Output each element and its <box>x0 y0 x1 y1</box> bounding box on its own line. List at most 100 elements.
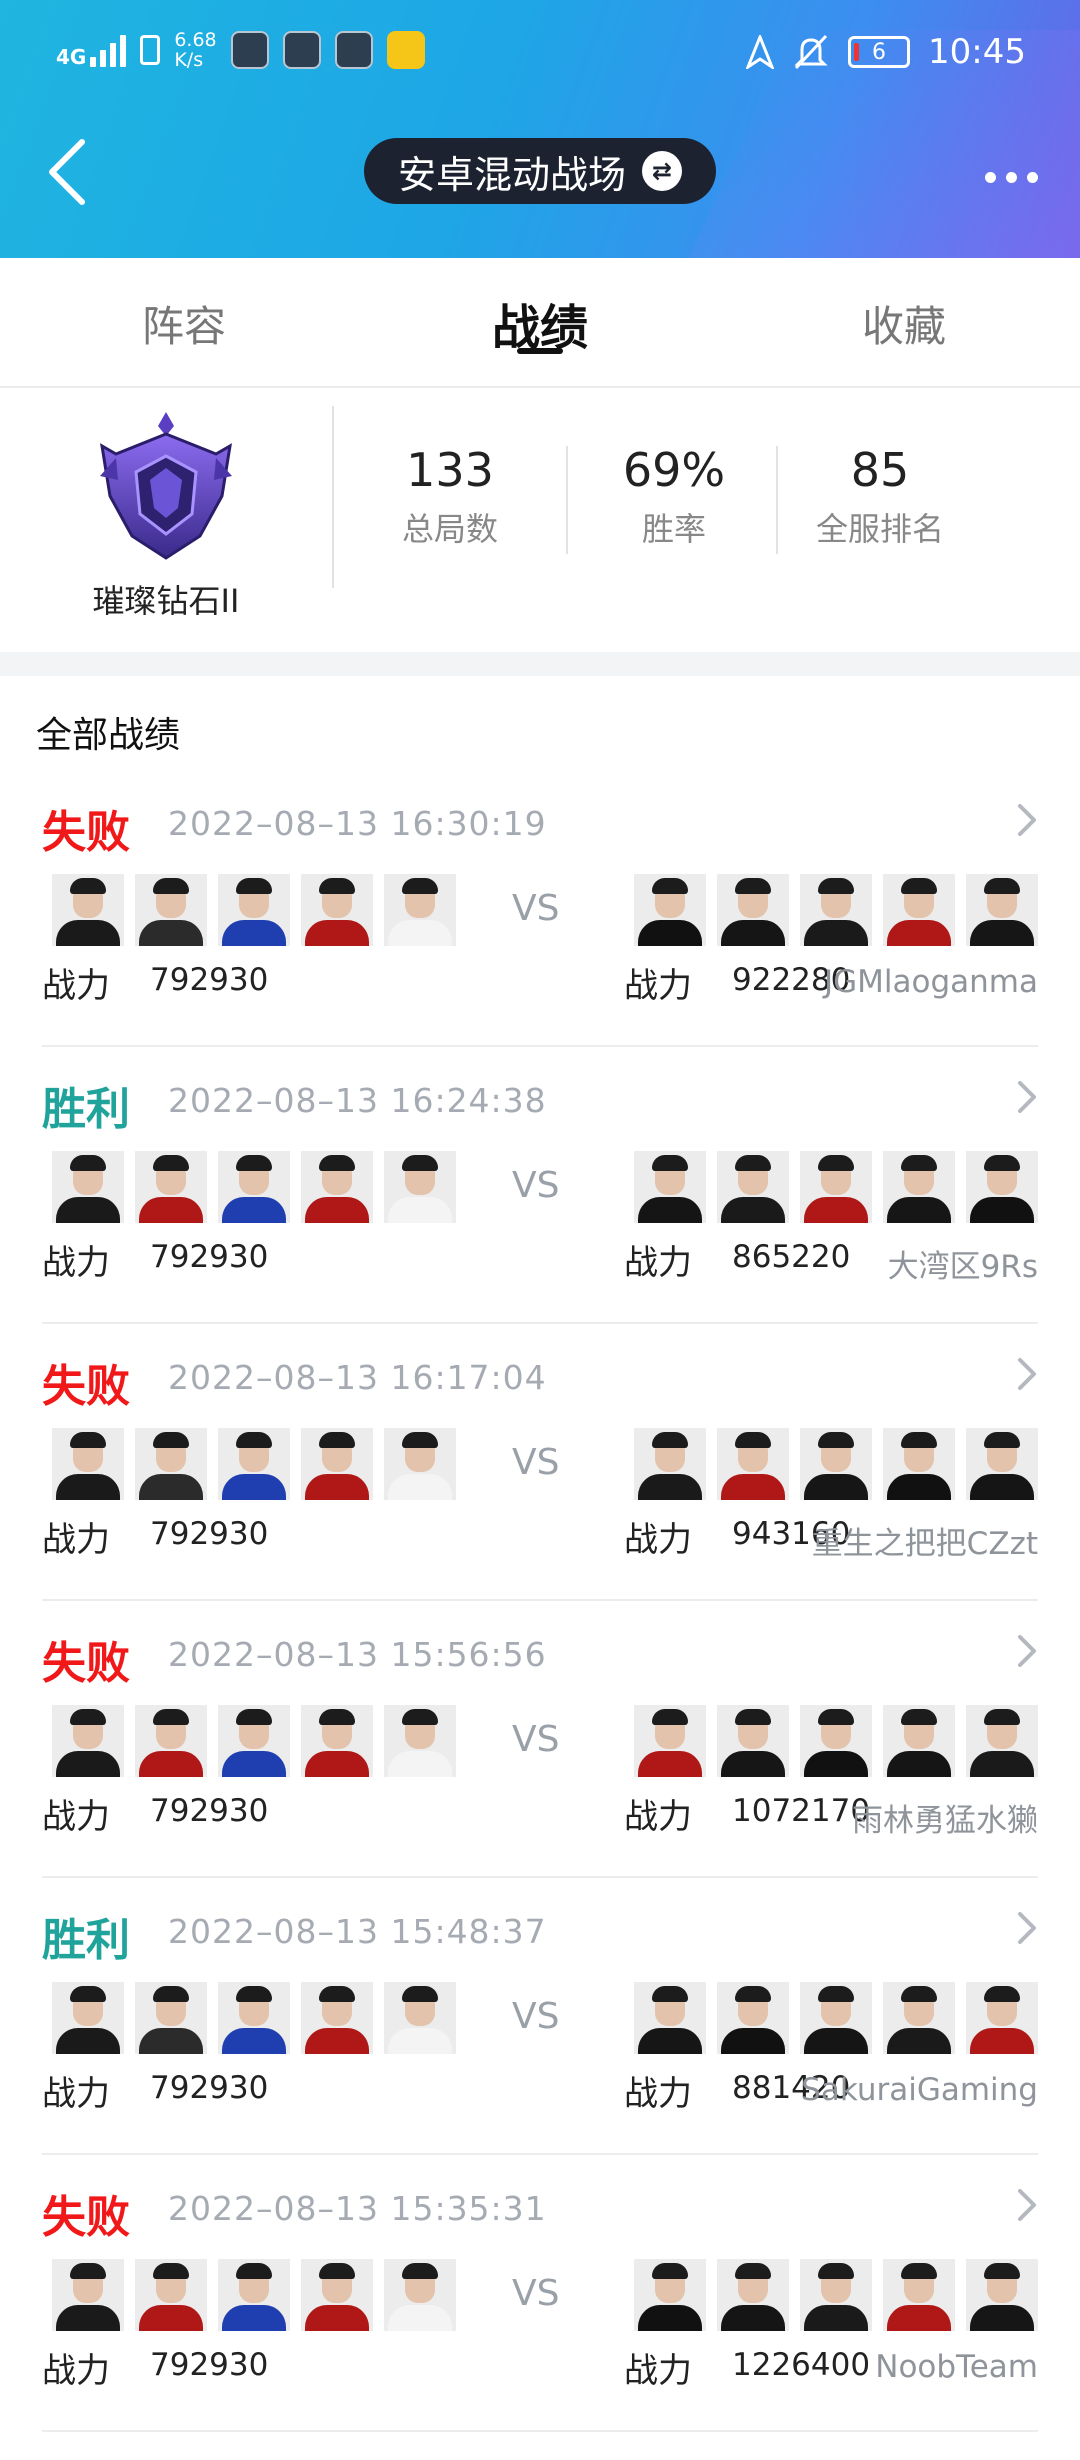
player-avatar <box>966 1151 1038 1223</box>
player-avatar <box>218 1982 290 2054</box>
player-avatar <box>800 1151 872 1223</box>
divider <box>332 406 334 588</box>
power-label: 战力 <box>42 1797 110 1837</box>
player-avatar <box>218 1705 290 1777</box>
player-avatar <box>384 2259 456 2331</box>
opponent-team-avatars <box>634 2259 1038 2331</box>
more-button[interactable] <box>985 172 1038 183</box>
player-avatar <box>135 1428 207 1500</box>
stat-total-games: 133 总局数 <box>401 443 498 548</box>
player-avatar <box>717 1705 789 1777</box>
chevron-right-icon <box>1018 1912 1036 1944</box>
player-avatar <box>634 1428 706 1500</box>
match-time: 2022–08–13 16:24:38 <box>168 1081 547 1120</box>
network-type: 4G <box>56 45 87 69</box>
my-power-value: 792930 <box>150 2347 269 2383</box>
player-avatar <box>301 1151 373 1223</box>
match-record[interactable]: 胜利 2022–08–13 16:24:38 VS 战力 792930 战力 865220 大… <box>0 1047 1080 1324</box>
player-avatar <box>883 874 955 946</box>
power-label: 战力 <box>42 1520 110 1560</box>
player-avatar <box>966 2259 1038 2331</box>
player-avatar <box>135 874 207 946</box>
player-avatar <box>135 1705 207 1777</box>
my-team-avatars <box>52 874 456 946</box>
player-avatar <box>218 2259 290 2331</box>
back-button[interactable] <box>38 132 98 212</box>
player-avatar <box>135 2259 207 2331</box>
tab-favorites[interactable]: 收藏 <box>784 258 1024 388</box>
player-avatar <box>384 874 456 946</box>
opponent-power-value: 865220 <box>732 1239 851 1275</box>
player-avatar <box>301 2259 373 2331</box>
opponent-team-name: NoobTeam <box>875 2349 1038 2385</box>
battery-icon: 6 <box>848 36 911 68</box>
player-avatar <box>883 1151 955 1223</box>
player-avatar <box>966 874 1038 946</box>
my-team-avatars <box>52 1151 456 1223</box>
power-label: 战力 <box>42 966 110 1006</box>
clock: 10:45 <box>928 32 1026 72</box>
player-avatar <box>634 1705 706 1777</box>
player-avatar <box>218 874 290 946</box>
signal-icon <box>90 33 127 67</box>
player-avatar <box>634 1982 706 2054</box>
notification-app-icon <box>282 31 321 69</box>
mute-bell-icon <box>794 34 828 70</box>
player-avatar <box>800 2259 872 2331</box>
power-label: 战力 <box>624 2074 692 2114</box>
opponent-team-avatars <box>634 1151 1038 1223</box>
tab-lineup[interactable]: 阵容 <box>64 258 304 388</box>
power-label: 战力 <box>624 1520 692 1560</box>
tab-records[interactable]: 战绩 <box>420 258 660 388</box>
my-team-avatars <box>52 1428 456 1500</box>
divider <box>776 446 778 554</box>
location-icon <box>746 35 775 69</box>
my-team-avatars <box>52 1705 456 1777</box>
match-record[interactable]: 失败 2022–08–13 15:35:31 VS 战力 792930 战力 1226400… <box>0 2155 1080 2432</box>
rank-label: 璀璨钻石II <box>92 582 240 620</box>
opponent-team-avatars <box>634 1982 1038 2054</box>
power-label: 战力 <box>42 1243 110 1283</box>
summary-panel: 璀璨钻石II 133 总局数 69% 胜率 85 全服排名 <box>0 388 1080 652</box>
vs-label: VS <box>512 1996 560 2037</box>
player-avatar <box>135 1151 207 1223</box>
player-avatar <box>634 1151 706 1223</box>
power-label: 战力 <box>624 2351 692 2391</box>
chevron-right-icon <box>1018 2189 1036 2221</box>
mode-switch-button[interactable]: 安卓混动战场 ⇄ <box>364 138 716 204</box>
player-avatar <box>135 1982 207 2054</box>
player-avatar <box>966 1982 1038 2054</box>
power-label: 战力 <box>624 1243 692 1283</box>
dot-icon <box>1006 172 1017 183</box>
notification-app-icon <box>230 31 269 69</box>
dot-icon <box>1027 172 1038 183</box>
vs-label: VS <box>512 1165 560 1206</box>
stat-server-rank: 85 全服排名 <box>815 443 944 548</box>
opponent-power-value: 1072170 <box>732 1793 871 1829</box>
my-power-value: 792930 <box>150 1239 269 1275</box>
match-list: 失败 2022–08–13 16:30:19 VS 战力 792930 战力 922280 J… <box>0 770 1080 2432</box>
player-avatar <box>883 1428 955 1500</box>
player-avatar <box>301 874 373 946</box>
player-avatar <box>384 1705 456 1777</box>
app-screen: 4G 6.68 K/s 6 10:45 安卓混动战场 ⇄ 阵容 战绩 收藏 璀璨… <box>0 0 1080 2460</box>
match-result: 失败 <box>42 2192 130 2243</box>
status-bar: 4G 6.68 K/s 6 10:45 <box>0 0 1080 110</box>
opponent-team-name: 大湾区9Rs <box>887 1249 1038 1285</box>
match-record[interactable]: 失败 2022–08–13 15:56:56 VS 战力 792930 战力 1072170… <box>0 1601 1080 1878</box>
vs-label: VS <box>512 888 560 929</box>
match-time: 2022–08–13 16:30:19 <box>168 804 547 843</box>
match-record[interactable]: 胜利 2022–08–13 15:48:37 VS 战力 792930 战力 881420 S… <box>0 1878 1080 2155</box>
match-record[interactable]: 失败 2022–08–13 16:30:19 VS 战力 792930 战力 922280 J… <box>0 770 1080 1047</box>
row-divider <box>42 2430 1038 2432</box>
match-result: 失败 <box>42 1361 130 1412</box>
vs-label: VS <box>512 1442 560 1483</box>
power-label: 战力 <box>624 966 692 1006</box>
opponent-power-value: 1226400 <box>732 2347 871 2383</box>
player-avatar <box>800 1428 872 1500</box>
player-avatar <box>52 874 124 946</box>
chevron-right-icon <box>1018 1358 1036 1390</box>
player-avatar <box>717 2259 789 2331</box>
match-record[interactable]: 失败 2022–08–13 16:17:04 VS 战力 792930 战力 943160 重… <box>0 1324 1080 1601</box>
my-team-avatars <box>52 1982 456 2054</box>
